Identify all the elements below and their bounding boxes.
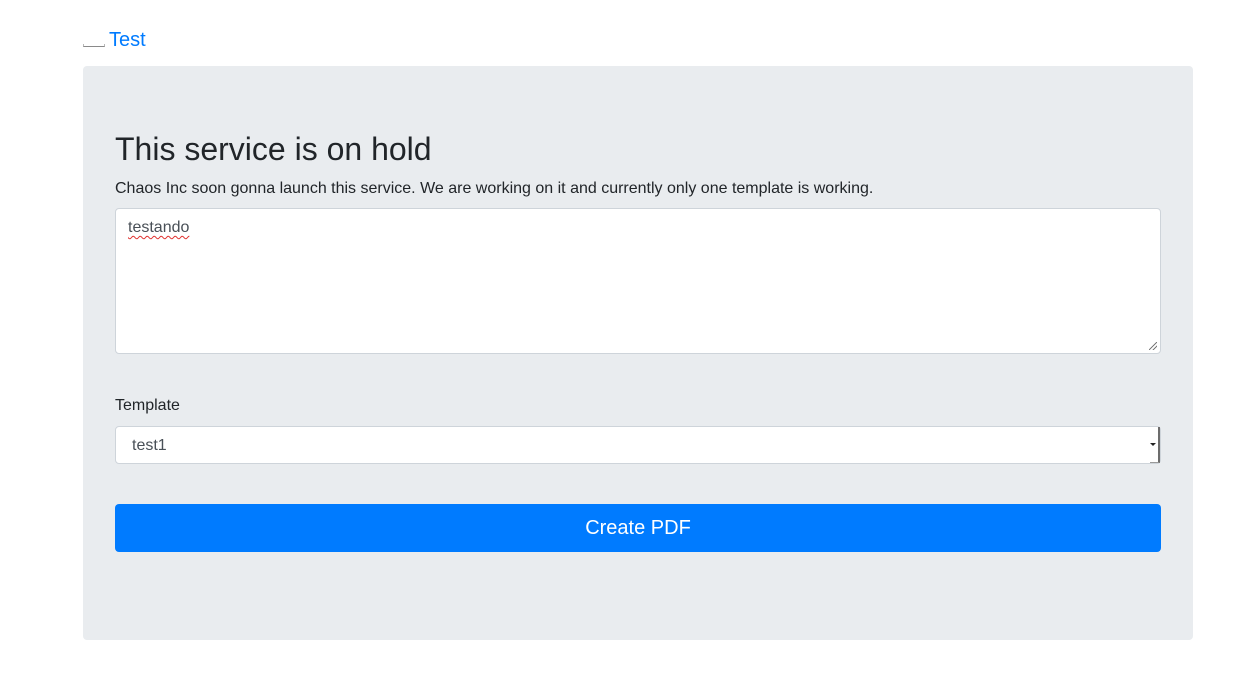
content-panel: This service is on hold Chaos Inc soon g…	[83, 66, 1193, 640]
broken-image-icon	[83, 44, 105, 47]
content-textarea[interactable]: testando	[115, 208, 1161, 354]
textarea-value: testando	[128, 219, 190, 236]
create-pdf-button[interactable]: Create PDF	[115, 504, 1161, 552]
brand-link[interactable]: Test	[109, 28, 146, 52]
service-description: Chaos Inc soon gonna launch this service…	[115, 180, 874, 197]
chevron-down-icon[interactable]	[1150, 427, 1160, 463]
page: Test This service is on hold Chaos Inc s…	[0, 0, 1247, 685]
resize-handle-icon[interactable]	[1149, 342, 1157, 350]
template-selected-value: test1	[132, 437, 167, 454]
page-title: This service is on hold	[115, 131, 432, 167]
top-nav: Test	[83, 26, 146, 52]
template-label: Template	[115, 397, 180, 414]
template-select[interactable]: test1	[115, 426, 1161, 464]
